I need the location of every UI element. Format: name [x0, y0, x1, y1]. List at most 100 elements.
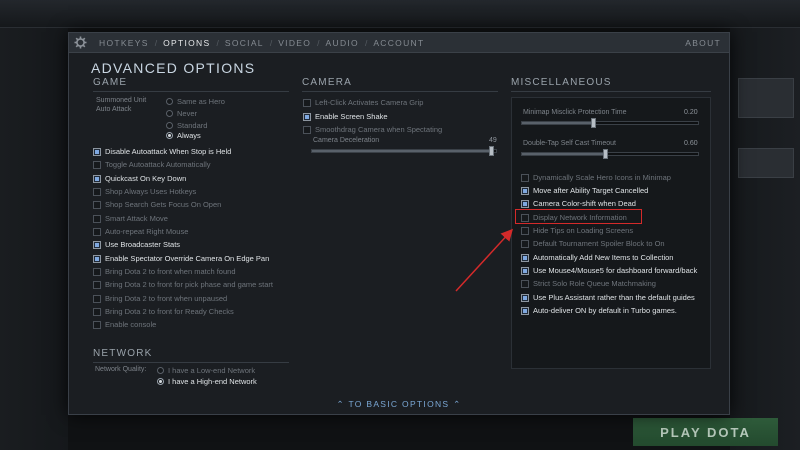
game-option[interactable]: Bring Dota 2 to front for pick phase and…: [93, 280, 273, 289]
game-option[interactable]: Bring Dota 2 to front for Ready Checks: [93, 307, 234, 316]
radio-label: I have a Low-end Network: [168, 366, 256, 375]
radio-label: Same as Hero: [177, 97, 225, 106]
misc-option[interactable]: Camera Color-shift when Dead: [521, 199, 636, 208]
play-dota-button[interactable]: PLAY DOTA: [633, 418, 778, 446]
game-option[interactable]: Use Broadcaster Stats: [93, 240, 180, 249]
radio-button[interactable]: [166, 132, 173, 139]
misc-option[interactable]: Use Plus Assistant rather than the defau…: [521, 293, 695, 302]
checkbox[interactable]: [93, 280, 101, 289]
option-label: Auto-repeat Right Mouse: [105, 227, 189, 236]
checkbox[interactable]: [521, 239, 529, 248]
network-quality-label: Network Quality:: [95, 366, 147, 373]
game-option[interactable]: Smart Attack Move: [93, 214, 168, 223]
slider-knob[interactable]: [489, 146, 495, 156]
tab-account[interactable]: ACCOUNT: [373, 38, 424, 48]
network-radio-low-end[interactable]: I have a Low-end Network: [157, 366, 255, 375]
to-basic-options-link[interactable]: ⌃ TO BASIC OPTIONS ⌃: [69, 399, 729, 410]
checkbox[interactable]: [521, 279, 529, 288]
checkbox[interactable]: [93, 174, 101, 183]
option-label: Dynamically Scale Hero Icons in Minimap: [533, 173, 671, 182]
tab-options[interactable]: OPTIONS: [163, 38, 210, 48]
camera-deceleration-slider[interactable]: [311, 146, 497, 156]
tab-social[interactable]: SOCIAL: [225, 38, 264, 48]
game-option[interactable]: Shop Always Uses Hotkeys: [93, 187, 196, 196]
option-label: Default Tournament Spoiler Block to On: [533, 239, 665, 248]
checkbox[interactable]: [521, 186, 529, 195]
checkbox[interactable]: [93, 240, 101, 249]
checkbox[interactable]: [93, 160, 101, 169]
tab-hotkeys[interactable]: HOTKEYS: [99, 38, 149, 48]
checkbox[interactable]: [93, 227, 101, 236]
game-option[interactable]: Enable Spectator Override Camera On Edge…: [93, 254, 269, 263]
to-basic-options-label: TO BASIC OPTIONS: [348, 399, 450, 409]
checkbox[interactable]: [93, 307, 101, 316]
slider-fill: [522, 122, 595, 124]
checkbox[interactable]: [93, 187, 101, 196]
checkbox[interactable]: [521, 226, 529, 235]
slider-knob[interactable]: [603, 149, 609, 159]
radio-button[interactable]: [166, 122, 173, 129]
camera-option[interactable]: Smoothdrag Camera when Spectating: [303, 125, 442, 134]
checkbox[interactable]: [93, 267, 101, 276]
checkbox[interactable]: [521, 266, 529, 275]
misc-section-heading: MISCELLANEOUS: [511, 77, 711, 92]
misc-option[interactable]: Auto-deliver ON by default in Turbo game…: [521, 306, 677, 315]
checkbox[interactable]: [93, 320, 101, 329]
misc-option[interactable]: Use Mouse4/Mouse5 for dashboard forward/…: [521, 266, 697, 275]
tab-about[interactable]: ABOUT: [685, 38, 721, 48]
game-option[interactable]: Toggle Autoattack Automatically: [93, 160, 210, 169]
option-label: Bring Dota 2 to front when unpaused: [105, 294, 228, 303]
network-section-heading: NETWORK: [93, 348, 289, 363]
checkbox[interactable]: [521, 293, 529, 302]
game-option[interactable]: Quickcast On Key Down: [93, 174, 186, 183]
checkbox[interactable]: [93, 294, 101, 303]
checkbox[interactable]: [303, 98, 311, 107]
game-option[interactable]: Disable Autoattack When Stop is Held: [93, 147, 231, 156]
background-left-panel: [0, 28, 68, 450]
checkbox[interactable]: [303, 125, 311, 134]
gear-icon[interactable]: [74, 36, 87, 49]
game-option[interactable]: Bring Dota 2 to front when unpaused: [93, 294, 227, 303]
misc-option[interactable]: Move after Ability Target Cancelled: [521, 186, 648, 195]
checkbox[interactable]: [303, 112, 311, 121]
radio-button[interactable]: [157, 367, 164, 374]
radio-button[interactable]: [166, 98, 173, 105]
summoned-radio-never[interactable]: Never: [166, 109, 197, 118]
camera-option[interactable]: Enable Screen Shake: [303, 112, 388, 121]
checkbox[interactable]: [521, 253, 529, 262]
checkbox[interactable]: [93, 254, 101, 263]
double-tap-timeout-label: Double-Tap Self Cast Timeout: [523, 140, 616, 147]
minimap-protection-slider[interactable]: [521, 118, 699, 128]
radio-button[interactable]: [166, 110, 173, 117]
game-option[interactable]: Enable console: [93, 320, 156, 329]
game-option[interactable]: Shop Search Gets Focus On Open: [93, 200, 221, 209]
misc-option[interactable]: Automatically Add New Items to Collectio…: [521, 253, 673, 262]
option-label: Disable Autoattack When Stop is Held: [105, 147, 232, 156]
option-label: Bring Dota 2 to front for Ready Checks: [105, 307, 234, 316]
misc-option[interactable]: Strict Solo Role Queue Matchmaking: [521, 279, 656, 288]
game-option[interactable]: Bring Dota 2 to front when match found: [93, 267, 236, 276]
checkbox[interactable]: [93, 214, 101, 223]
summoned-radio-always[interactable]: Always: [166, 131, 201, 140]
summoned-radio-standard[interactable]: Standard: [166, 121, 207, 130]
checkbox[interactable]: [93, 200, 101, 209]
tab-separator: /: [154, 38, 158, 48]
slider-knob[interactable]: [591, 118, 597, 128]
camera-option[interactable]: Left-Click Activates Camera Grip: [303, 98, 423, 107]
tab-separator: /: [269, 38, 273, 48]
double-tap-timeout-slider[interactable]: [521, 149, 699, 159]
checkbox[interactable]: [521, 306, 529, 315]
double-tap-timeout-value: 0.60: [684, 140, 698, 147]
misc-option[interactable]: Default Tournament Spoiler Block to On: [521, 239, 665, 248]
radio-button[interactable]: [157, 378, 164, 385]
network-radio-high-end[interactable]: I have a High-end Network: [157, 377, 257, 386]
checkbox[interactable]: [521, 173, 529, 182]
tab-audio[interactable]: AUDIO: [326, 38, 359, 48]
checkbox[interactable]: [93, 147, 101, 156]
checkbox[interactable]: [521, 199, 529, 208]
summoned-radio-same-as-hero[interactable]: Same as Hero: [166, 97, 225, 106]
misc-option[interactable]: Hide Tips on Loading Screens: [521, 226, 633, 235]
misc-option[interactable]: Dynamically Scale Hero Icons in Minimap: [521, 173, 671, 182]
game-option[interactable]: Auto-repeat Right Mouse: [93, 227, 188, 236]
tab-video[interactable]: VIDEO: [278, 38, 311, 48]
